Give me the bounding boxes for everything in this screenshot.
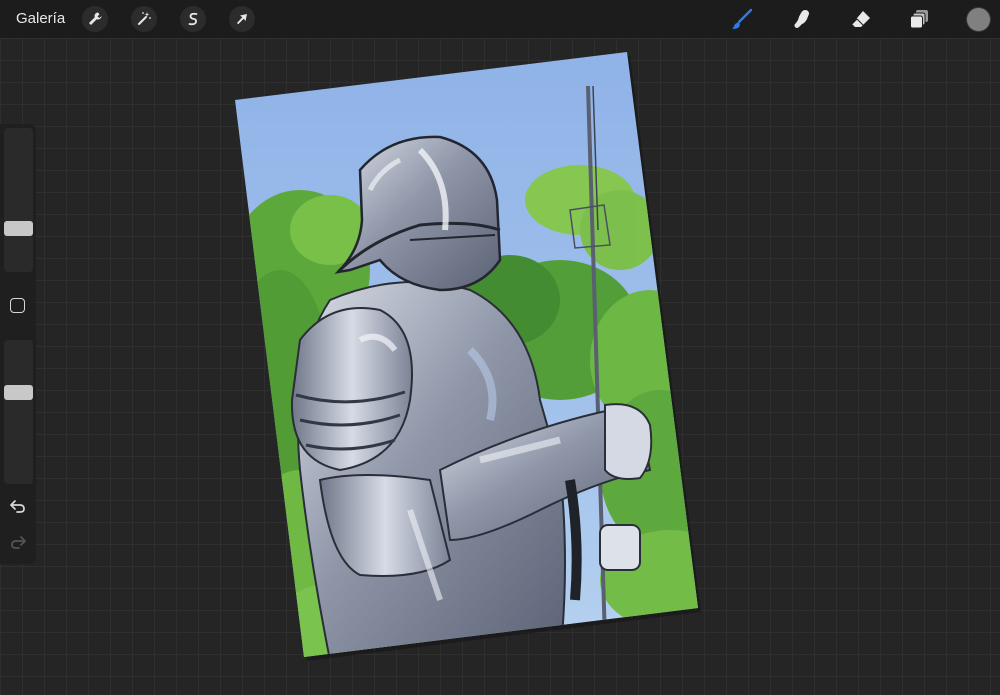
artwork-canvas[interactable] <box>0 0 1000 695</box>
arrow-cursor-icon <box>237 14 247 25</box>
selection-button[interactable] <box>180 6 206 32</box>
actions-button[interactable] <box>82 6 108 32</box>
transform-button[interactable] <box>229 6 255 32</box>
eraser-icon <box>851 11 870 27</box>
gallery-button[interactable]: Galería <box>16 10 65 27</box>
top-toolbar: Galería <box>0 0 1000 38</box>
undo-arrow-icon[interactable] <box>9 497 27 515</box>
opacity-slider[interactable] <box>4 340 33 484</box>
smudge-button[interactable] <box>789 6 815 32</box>
left-sidebar <box>0 124 36 564</box>
smudge-finger-icon <box>794 10 809 28</box>
magic-wand-icon <box>138 12 151 25</box>
wrench-icon <box>89 12 102 25</box>
redo-arrow-icon[interactable] <box>9 533 27 551</box>
brush-button[interactable] <box>729 6 755 32</box>
adjustments-button[interactable] <box>131 6 157 32</box>
knight-painting <box>235 52 698 657</box>
layers-icon <box>910 10 928 29</box>
selection-s-icon <box>188 12 198 26</box>
opacity-slider-handle[interactable] <box>4 385 33 401</box>
brush-size-slider[interactable] <box>4 128 33 272</box>
square-modify-icon[interactable] <box>10 298 25 313</box>
eraser-button[interactable] <box>848 6 874 32</box>
layers-button[interactable] <box>907 6 933 32</box>
color-picker-button[interactable] <box>967 8 990 31</box>
brush-size-slider-handle[interactable] <box>4 220 33 236</box>
brush-icon <box>732 8 753 29</box>
